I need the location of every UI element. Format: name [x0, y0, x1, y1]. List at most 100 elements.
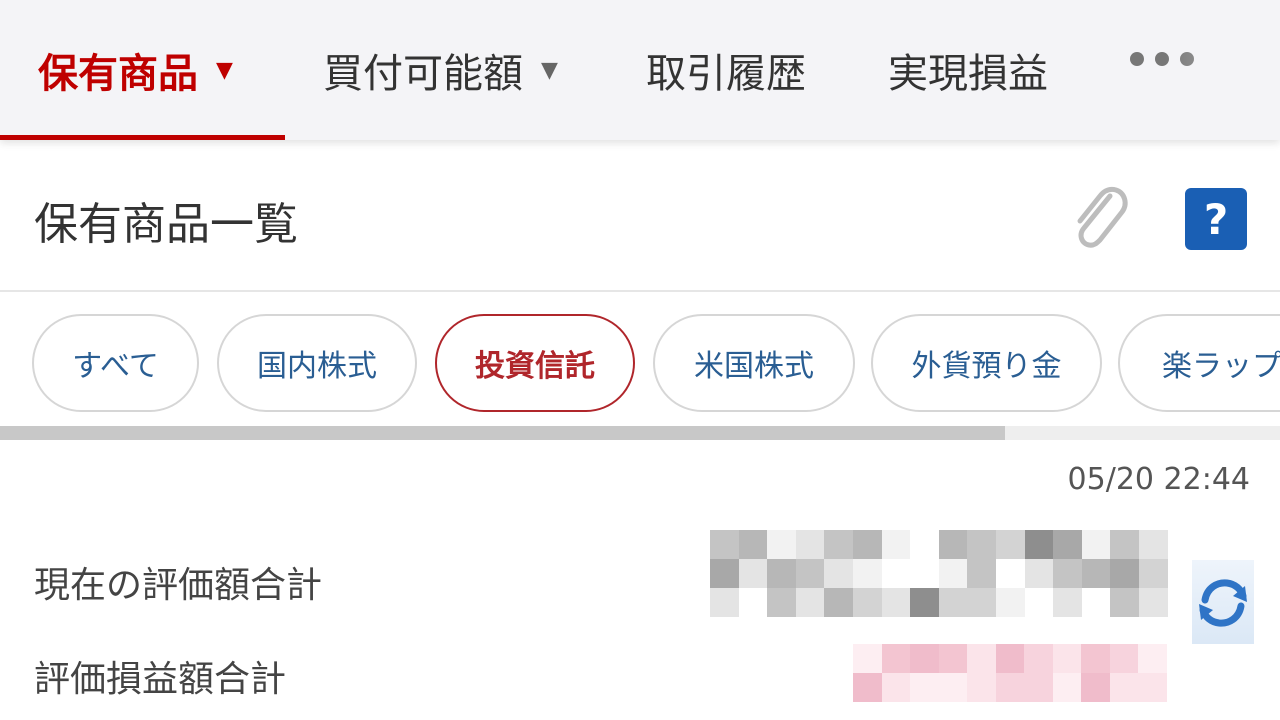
mosaic-cell — [881, 588, 911, 617]
mosaic-cell — [710, 559, 739, 588]
mosaic-cell — [852, 559, 882, 588]
mosaic-cell — [967, 530, 996, 559]
tab-label: 保有商品 — [38, 51, 198, 97]
mosaic-cell — [995, 673, 1024, 702]
mosaic-cell — [881, 644, 910, 673]
filter-chip-bar: すべて 国内株式 投資信託 米国株式 外貨預り金 楽ラップ — [0, 292, 1280, 442]
mosaic-cell — [1081, 588, 1111, 617]
mosaic-cell — [1053, 588, 1082, 617]
mosaic-cell — [1024, 673, 1053, 702]
mosaic-cell — [995, 559, 1025, 588]
mosaic-cell — [1053, 530, 1082, 559]
dot — [1130, 52, 1144, 66]
mosaic-cell — [1110, 530, 1139, 559]
mosaic-cell — [967, 673, 996, 702]
filter-chip-investment-trusts[interactable]: 投資信託 — [435, 314, 635, 412]
mosaic-cell — [1052, 673, 1081, 702]
active-tab-indicator — [0, 135, 285, 140]
filter-chip-domestic-stocks[interactable]: 国内株式 — [217, 314, 417, 412]
mosaic-cell — [967, 559, 996, 588]
mosaic-cell — [910, 559, 939, 588]
mosaic-cell — [1081, 530, 1111, 559]
mosaic-cell — [995, 588, 1025, 617]
mosaic-cell — [1053, 559, 1082, 588]
mosaic-cell — [1024, 559, 1054, 588]
mosaic-cell — [738, 588, 768, 617]
caret-down-icon: ▼ — [541, 57, 558, 83]
mosaic-cell — [1024, 530, 1054, 559]
mosaic-cell — [967, 644, 996, 673]
total-unrealized-pnl-label: 評価損益額合計 — [34, 659, 287, 700]
total-valuation-label: 現在の評価額合計 — [34, 565, 323, 606]
chip-scrollbar-thumb[interactable] — [0, 426, 1005, 440]
mosaic-cell — [1138, 644, 1167, 673]
mosaic-cell — [910, 644, 939, 673]
mosaic-cell — [1110, 588, 1139, 617]
mosaic-cell — [738, 559, 768, 588]
mosaic-cell — [1138, 673, 1167, 702]
mosaic-cell — [881, 559, 911, 588]
mosaic-cell — [910, 673, 939, 702]
mosaic-cell — [967, 588, 996, 617]
mosaic-cell — [938, 559, 968, 588]
help-button[interactable]: ? — [1185, 188, 1247, 250]
mosaic-cell — [881, 673, 910, 702]
mosaic-cell — [995, 644, 1024, 673]
mosaic-cell — [767, 559, 796, 588]
tab-holdings[interactable]: 保有商品 ▼ — [38, 0, 233, 140]
mosaic-cell — [1109, 673, 1138, 702]
mosaic-cell — [1138, 588, 1168, 617]
more-horizontal-icon[interactable] — [1130, 52, 1194, 66]
mosaic-cell — [852, 588, 882, 617]
page-title: 保有商品一覧 — [34, 199, 298, 250]
refresh-icon — [1199, 579, 1247, 627]
mosaic-cell — [1081, 559, 1111, 588]
mosaic-cell — [824, 559, 853, 588]
tab-label: 取引履歴 — [646, 51, 806, 97]
paperclip-icon[interactable] — [1058, 178, 1138, 258]
mosaic-cell — [995, 530, 1025, 559]
mosaic-cell — [795, 530, 825, 559]
caret-down-icon: ▼ — [216, 57, 233, 83]
mosaic-cell — [824, 588, 853, 617]
mosaic-cell — [910, 588, 939, 617]
mosaic-cell — [852, 530, 882, 559]
mosaic-cell — [1138, 530, 1168, 559]
tab-buying-power[interactable]: 買付可能額 ▼ — [323, 0, 558, 140]
mosaic-cell — [1138, 559, 1168, 588]
tab-trade-history[interactable]: 取引履歴 — [646, 0, 806, 140]
mosaic-cell — [767, 530, 796, 559]
top-tab-bar: 保有商品 ▼ 買付可能額 ▼ 取引履歴 実現損益 — [0, 0, 1280, 140]
mosaic-cell — [767, 588, 796, 617]
mosaic-cell — [938, 530, 968, 559]
mosaic-cell — [795, 559, 825, 588]
mosaic-cell — [710, 530, 739, 559]
mosaic-cell — [710, 588, 739, 617]
mosaic-cell — [738, 530, 768, 559]
mosaic-cell — [1081, 644, 1110, 673]
tab-label: 買付可能額 — [323, 51, 523, 97]
refresh-button[interactable] — [1192, 560, 1254, 644]
filter-chip-foreign-currency-deposit[interactable]: 外貨預り金 — [871, 314, 1102, 412]
mosaic-cell — [1024, 588, 1054, 617]
dot — [1180, 52, 1194, 66]
filter-chip-raku-wrap[interactable]: 楽ラップ — [1118, 314, 1280, 412]
mosaic-cell — [938, 644, 967, 673]
mosaic-cell — [1110, 559, 1139, 588]
tab-label: 実現損益 — [888, 51, 1048, 97]
mosaic-cell — [938, 588, 968, 617]
total-valuation-masked-value — [710, 530, 1168, 617]
filter-chip-all[interactable]: すべて — [32, 314, 199, 412]
mosaic-cell — [881, 530, 911, 559]
mosaic-cell — [1024, 644, 1053, 673]
mosaic-cell — [910, 530, 939, 559]
mosaic-cell — [1052, 644, 1081, 673]
filter-chip-us-stocks[interactable]: 米国株式 — [653, 314, 855, 412]
mosaic-cell — [853, 673, 882, 702]
mosaic-cell — [1081, 673, 1110, 702]
overflow-fade — [1165, 0, 1280, 140]
mosaic-cell — [938, 673, 967, 702]
tab-realized-pnl[interactable]: 実現損益 — [888, 0, 1048, 140]
updated-timestamp: 05/20 22:44 — [1067, 462, 1250, 497]
mosaic-cell — [1109, 644, 1138, 673]
